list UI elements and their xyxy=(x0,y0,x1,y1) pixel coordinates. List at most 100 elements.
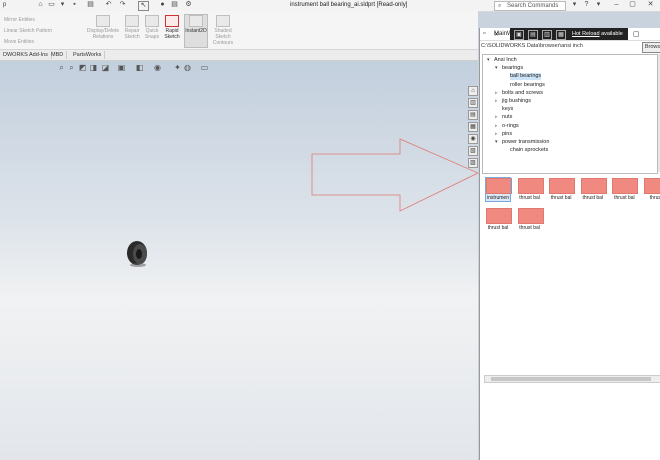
select-element-icon[interactable]: ▣ xyxy=(514,30,524,40)
thumbnail-scrollbar[interactable] xyxy=(484,375,660,383)
part-thumbnail-label: thrust xyxy=(649,195,660,201)
dynamic-annotation-icon[interactable]: ◪ xyxy=(101,63,110,72)
shaded-sketch-contours-button[interactable]: Shaded Sketch Contours xyxy=(208,15,238,46)
hot-reload-link[interactable]: Hot Reload xyxy=(572,31,600,37)
linear-sketch-pattern-button[interactable]: Linear Sketch Pattern xyxy=(4,28,52,34)
repair-sketch-button[interactable]: Repair Sketch xyxy=(122,15,142,40)
minimize-icon[interactable]: – xyxy=(612,1,621,9)
undo-icon[interactable]: ↶ xyxy=(104,1,113,9)
tree-expander-icon[interactable]: ▹ xyxy=(495,114,498,120)
quick-snaps-button[interactable]: Quick Snaps xyxy=(144,15,160,40)
hide-show-items-icon[interactable]: ◉ xyxy=(153,63,162,72)
tab-addins[interactable]: DWORKS Add-Ins xyxy=(0,51,52,59)
part-thumbnail[interactable]: thrust bal xyxy=(517,178,544,201)
view-orientation-icon[interactable]: ▣ xyxy=(117,63,126,72)
tree-node[interactable]: ball bearings xyxy=(510,73,542,81)
options-icon[interactable]: ⚙ xyxy=(184,1,193,9)
close-icon[interactable]: ✕ xyxy=(646,1,655,9)
tree-expander-icon[interactable]: ▹ xyxy=(495,90,498,96)
part-thumbnail[interactable]: thrust bal xyxy=(549,178,576,201)
maximize-icon[interactable]: ▢ xyxy=(628,1,637,9)
shaded-contours-icon xyxy=(216,15,230,27)
tree-node[interactable]: roller bearings xyxy=(510,82,545,89)
scenes-icon[interactable]: ◍ xyxy=(183,63,192,72)
tab-mbd[interactable]: MBD xyxy=(48,51,68,59)
tree-node[interactable]: Ansi Inch xyxy=(494,57,517,64)
rapid-sketch-button[interactable]: Rapid Sketch xyxy=(162,15,182,40)
tab-partsworks[interactable]: PartsWorks xyxy=(70,51,106,59)
help-icon[interactable]: ? xyxy=(582,1,591,9)
path-row: C:\SOLIDWORKS Data\browser\ansi inch Bro… xyxy=(480,41,660,53)
part-thumbnail[interactable]: thrust bal xyxy=(612,178,639,201)
part-preview-image xyxy=(580,178,607,194)
appearances-tab-icon[interactable]: ◉ xyxy=(468,134,478,144)
tree-node[interactable]: o-rings xyxy=(502,123,519,130)
tree-node[interactable]: pins xyxy=(502,131,512,138)
help-dropdown-icon[interactable]: ▾ xyxy=(594,1,603,9)
home-icon[interactable]: ⌂ xyxy=(36,1,45,9)
display-style-icon[interactable]: ◧ xyxy=(135,63,144,72)
tree-node[interactable]: power transmission xyxy=(502,139,549,146)
preview-icon[interactable]: ▦ xyxy=(556,30,566,40)
move-entities-button[interactable]: Move Entities xyxy=(4,39,34,45)
file-explorer-tab-icon[interactable]: ▦ xyxy=(468,122,478,132)
tree-expander-icon[interactable]: ▹ xyxy=(495,98,498,104)
part-preview-image xyxy=(612,178,639,194)
select-icon[interactable]: ↖ xyxy=(138,1,149,11)
part-thumbnail[interactable]: thrust bal xyxy=(486,208,512,231)
part-thumbnail[interactable]: thrust xyxy=(644,178,660,201)
tree-expander-icon[interactable]: ▾ xyxy=(495,65,498,71)
search-commands-input[interactable]: ⌕ Search Commands xyxy=(494,1,566,11)
browse-button[interactable]: Browse xyxy=(642,42,660,53)
edit-appearance-icon[interactable]: ✦ xyxy=(173,63,182,72)
tree-node[interactable]: chain sprockets xyxy=(510,147,548,154)
instant2d-button[interactable]: Instant2D xyxy=(184,14,208,48)
file-properties-icon[interactable]: ▤ xyxy=(170,1,179,9)
tree-expander-icon[interactable]: ▹ xyxy=(495,131,498,137)
view-settings-icon[interactable]: ▭ xyxy=(200,63,209,72)
mirror-entities-button[interactable]: Mirror Entities xyxy=(4,17,35,23)
open-icon[interactable]: ▾ xyxy=(58,1,67,9)
redo-icon[interactable]: ↷ xyxy=(118,1,127,9)
tree-node[interactable]: keys xyxy=(502,106,513,113)
search-placeholder: Search Commands xyxy=(507,3,559,9)
custom-properties-tab-icon[interactable]: ▧ xyxy=(468,146,478,156)
print-icon[interactable]: ▤ xyxy=(86,1,95,9)
part-preview-image xyxy=(644,178,660,194)
zoom-to-fit-icon[interactable]: ⌕ xyxy=(57,63,66,72)
part-thumbnail[interactable]: instrumen xyxy=(485,177,512,202)
part-thumbnails: instrumen thrust bal thrust bal thrust bal t… xyxy=(482,174,660,384)
tree-expander-icon[interactable]: ▾ xyxy=(487,57,490,63)
window-app-icon: ▫ xyxy=(483,30,486,37)
tree-expander-icon[interactable]: ▾ xyxy=(495,139,498,145)
part-thumbnail[interactable]: thrust bal xyxy=(580,178,607,201)
tree-node[interactable]: bolts and screws xyxy=(502,90,543,97)
tree-node[interactable]: bearings xyxy=(502,65,523,72)
tree-expander-icon[interactable]: ▹ xyxy=(495,123,498,129)
instant2d-label: Instant2D xyxy=(185,28,207,34)
home-tab-icon[interactable]: ⌂ xyxy=(468,86,478,96)
relations-icon xyxy=(96,15,110,27)
new-document-icon[interactable]: ▭ xyxy=(47,1,56,9)
part-preview-image xyxy=(517,208,544,224)
tree-node[interactable]: nuts xyxy=(502,114,512,121)
section-view-icon[interactable]: ◨ xyxy=(89,63,98,72)
tree-node[interactable]: jig bushings xyxy=(502,98,531,105)
zoom-area-icon[interactable]: ⌕ xyxy=(67,63,76,72)
resources-tab-icon[interactable]: ▥ xyxy=(468,98,478,108)
part-thumbnail[interactable]: thrust bal xyxy=(517,208,544,231)
scrollbar-thumb[interactable] xyxy=(491,377,651,381)
display-layout-icon[interactable]: ▥ xyxy=(542,30,552,40)
shaded-sketch-contours-label: Shaded Sketch Contours xyxy=(212,28,234,46)
view-palette-tab-icon[interactable]: ▨ xyxy=(468,158,478,168)
previous-view-icon[interactable]: ◩ xyxy=(78,63,87,72)
graphics-viewport[interactable] xyxy=(0,61,478,460)
display-delete-relations-button[interactable]: Display/Delete Relations xyxy=(84,15,122,40)
bearing-model[interactable] xyxy=(127,241,147,267)
save-icon[interactable]: ▪ xyxy=(70,1,79,9)
design-library-tab-icon[interactable]: ▤ xyxy=(468,110,478,120)
app-menu-label[interactable]: p xyxy=(0,1,9,9)
live-tree-icon[interactable]: ▤ xyxy=(528,30,538,40)
search-dropdown-icon[interactable]: ▾ xyxy=(570,1,579,9)
rebuild-icon[interactable]: ● xyxy=(158,1,167,9)
